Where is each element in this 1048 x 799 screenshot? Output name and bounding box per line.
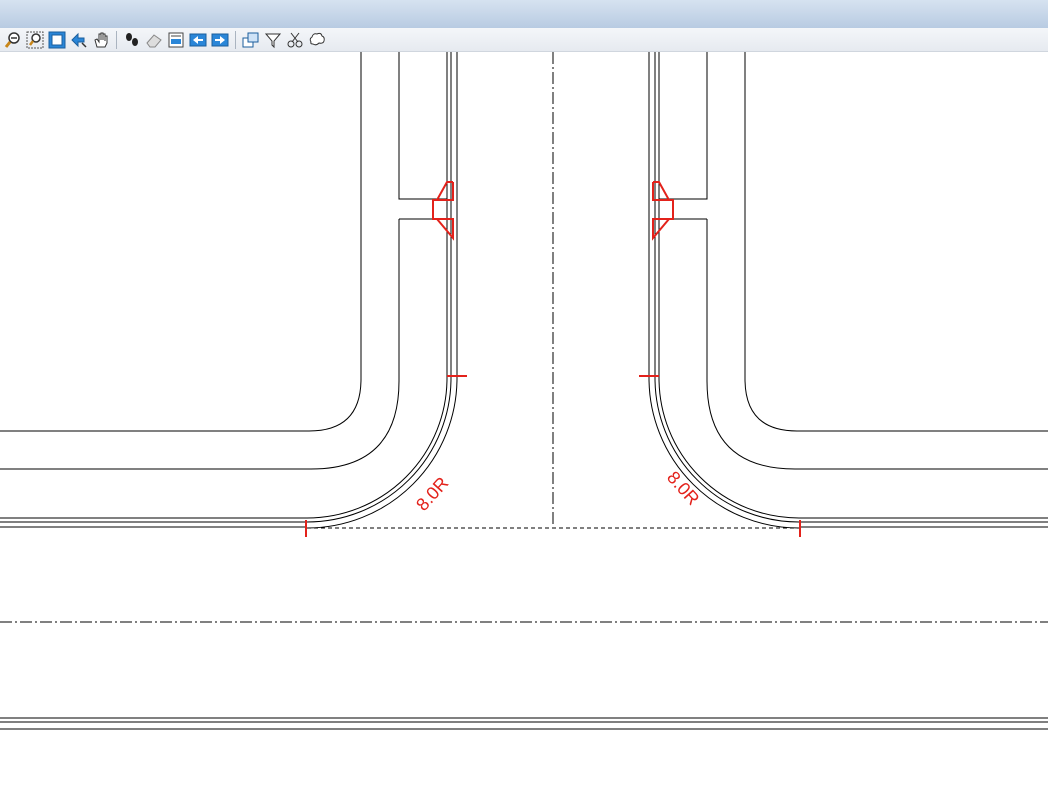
zoom-window-icon <box>26 31 44 48</box>
window-select-button[interactable] <box>241 30 261 50</box>
window-title-bar <box>0 0 1048 28</box>
zoom-extents-icon <box>48 31 66 48</box>
left-corner-curb <box>0 52 452 523</box>
pan-icon <box>94 32 108 47</box>
left-block-outer-curb <box>0 52 362 432</box>
zoom-out-button[interactable] <box>3 30 23 50</box>
move-right-icon <box>211 33 229 46</box>
toolbar-separator <box>116 30 117 49</box>
cad-drawing: 8.0R 8.0R <box>0 52 1048 730</box>
toolbar <box>0 28 1048 52</box>
cloud-select-button[interactable] <box>307 30 327 50</box>
right-corner-curb <box>648 52 800 529</box>
scissors-select-icon <box>287 32 303 47</box>
zoom-realtime-button[interactable] <box>69 30 89 50</box>
filter-select-icon <box>264 33 282 48</box>
pan-button[interactable] <box>91 30 111 50</box>
right-block-inner-curb <box>659 52 1048 470</box>
right-block-outer-curb <box>744 52 1048 432</box>
window-select-icon <box>242 32 259 47</box>
zoom-extents-button[interactable] <box>47 30 67 50</box>
move-left-icon <box>189 33 207 46</box>
footprint-button[interactable] <box>122 30 142 50</box>
zoom-realtime-icon <box>71 32 87 48</box>
view-tools-group <box>3 30 113 50</box>
right-corner-curb <box>658 52 1048 519</box>
footprint-icon <box>126 32 138 46</box>
layer-edit-icon <box>168 32 184 47</box>
eraser-button[interactable] <box>144 30 164 50</box>
road-lines <box>0 52 1048 730</box>
select-tools-group <box>241 30 329 50</box>
layer-edit-button[interactable] <box>166 30 186 50</box>
edit-tools-group <box>122 30 232 50</box>
filter-select-button[interactable] <box>263 30 283 50</box>
right-corner-curb <box>654 52 1048 523</box>
zoom-out-icon <box>4 31 20 48</box>
left-block-inner-curb <box>0 52 447 470</box>
eraser-icon <box>146 33 162 47</box>
left-corner-curb <box>306 52 458 529</box>
move-left-button[interactable] <box>188 30 208 50</box>
scissors-select-button[interactable] <box>285 30 305 50</box>
left-crossing-marker <box>432 181 454 241</box>
drawing-canvas[interactable]: 8.0R 8.0R <box>0 52 1048 799</box>
left-corner-curb <box>0 52 448 519</box>
zoom-window-button[interactable] <box>25 30 45 50</box>
cloud-select-icon <box>309 32 325 45</box>
right-crossing-marker <box>652 181 674 241</box>
toolbar-separator <box>235 30 236 49</box>
move-right-button[interactable] <box>210 30 230 50</box>
